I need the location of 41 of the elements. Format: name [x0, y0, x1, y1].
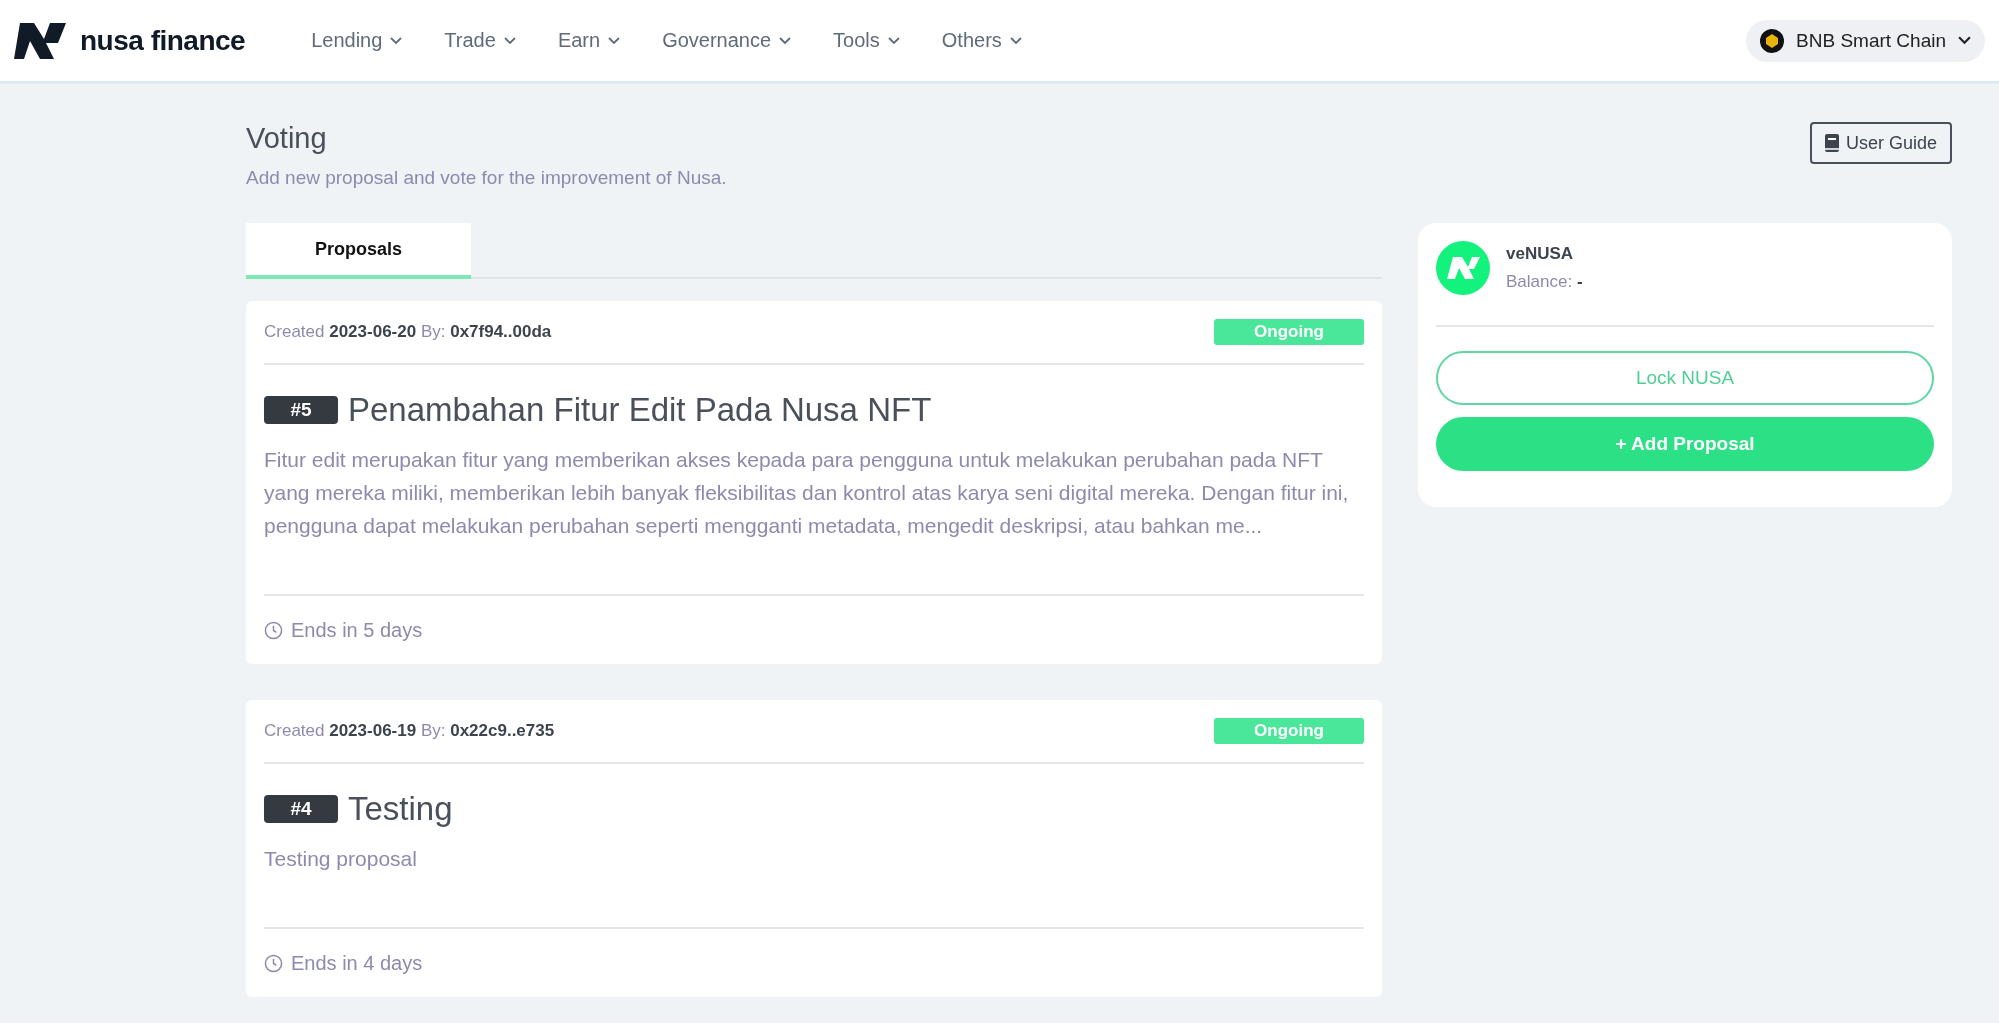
nav-menu[interactable]: Trade — [444, 29, 516, 52]
proposal-meta: Created 2023-06-19 By: 0x22c9..e735 — [264, 721, 555, 741]
book-icon — [1824, 134, 1839, 152]
chain-logo-icon — [1760, 28, 1785, 53]
chevron-down-icon — [608, 36, 621, 45]
brand-name[interactable]: nusa finance — [80, 24, 246, 57]
proposal-meta: Created 2023-06-20 By: 0x7f94..00da — [264, 322, 552, 342]
token-logo-icon — [1436, 241, 1490, 295]
chevron-down-icon — [1958, 36, 1971, 45]
proposal-description: Testing proposal — [264, 842, 1364, 929]
proposal-number: #5 — [264, 396, 338, 424]
nav-menu[interactable]: Tools — [833, 29, 900, 52]
chevron-down-icon — [779, 36, 792, 45]
proposal-card[interactable] — [246, 301, 1382, 664]
balance-text: Balance: - — [1506, 272, 1583, 292]
nav-menu[interactable]: Others — [941, 29, 1022, 52]
status-badge: Ongoing — [1214, 718, 1364, 744]
proposal-description: Fitur edit merupakan fitur yang memberikan akses kepada para pengguna untuk melakukan perubahan pada NFT yang mereka miliki, memberikan lebih banyak fleksibilitas dan kontrol atas karya seni digital mereka. Dengan fitur ini, pengguna dapat melakukan perubahan seperti mengganti metadata, mengedit deskripsi, atau bahkan me... — [264, 443, 1364, 596]
page-subtitle: Add new proposal and vote for the improvement of Nusa. — [246, 167, 727, 189]
ends-in-text: Ends in 5 days — [291, 618, 423, 642]
status-badge: Ongoing — [1214, 319, 1364, 345]
chevron-down-icon — [503, 36, 516, 45]
proposal-number: #4 — [264, 795, 338, 823]
ends-in-text: Ends in 4 days — [291, 951, 423, 975]
logo-icon — [14, 22, 68, 59]
clock-icon — [264, 620, 283, 640]
user-guide-button[interactable]: User Guide — [1809, 122, 1952, 164]
chevron-down-icon — [390, 36, 403, 45]
proposals-tab[interactable]: Proposals — [246, 223, 471, 279]
proposal-title: Testing — [348, 790, 453, 828]
nav-menu[interactable]: Governance — [662, 29, 792, 52]
network-selector[interactable]: BNB Smart Chain — [1746, 19, 1985, 62]
nav-menu[interactable]: Lending — [311, 29, 403, 52]
chevron-down-icon — [887, 36, 900, 45]
chevron-down-icon — [1009, 36, 1022, 45]
clock-icon — [264, 953, 283, 973]
nav-menu[interactable]: Earn — [557, 29, 621, 52]
token-name: veNUSA — [1506, 244, 1575, 264]
proposal-card[interactable]: Created 2023-06-19 By: 0x22c9..e735 Ongoing #4 Testing Testing proposal Ends in 4 days — [246, 700, 1382, 997]
page-title: Voting — [246, 122, 328, 155]
proposal-title: Penambahan Fitur Edit Pada Nusa NFT — [348, 391, 932, 429]
